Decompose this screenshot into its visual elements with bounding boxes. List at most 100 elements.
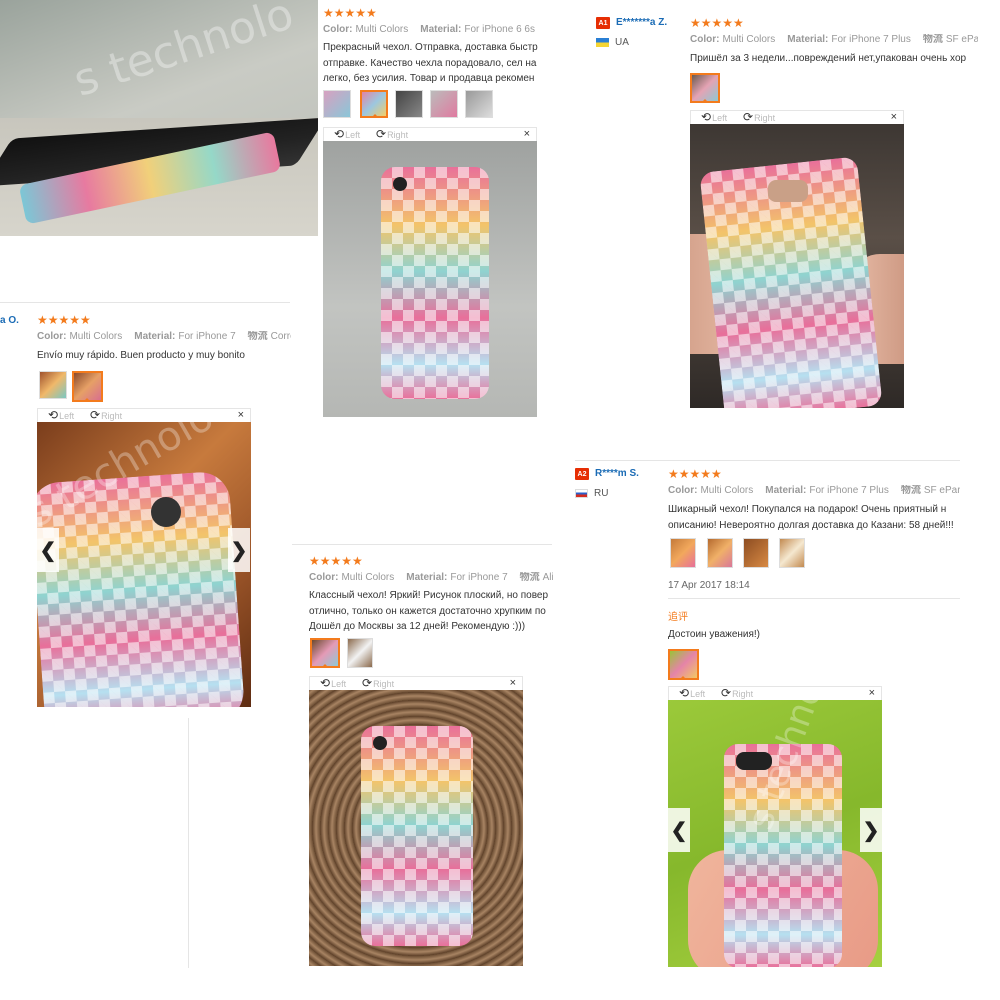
review-text: Прекрасный чехол. Отправка, доставка быс… [323, 40, 541, 87]
review-thumbnail[interactable] [743, 538, 769, 568]
close-icon[interactable]: × [238, 409, 244, 422]
rating-stars: ★★★★★ [323, 6, 377, 20]
rotate-right-button[interactable]: ⟳ Right [376, 127, 409, 141]
rotate-left-label: Left [331, 678, 347, 689]
rating-stars: ★★★★★ [37, 313, 91, 327]
chevron-right-icon: ❯ [230, 539, 248, 562]
review-attributes: Color: Multi Colors Material: For iPhone 7 物… [309, 572, 553, 584]
close-icon[interactable]: × [524, 128, 530, 141]
rotate-left-label: Left [712, 112, 728, 123]
rotate-right-icon: ⟳ [376, 127, 387, 141]
rotate-left-button[interactable]: ⟲ Left [320, 677, 347, 689]
material-value: For iPhone 6 6s [464, 24, 535, 35]
image-rotate-toolbar: ⟲ Left ⟳ Right × [323, 127, 537, 141]
close-icon[interactable]: × [891, 111, 897, 124]
rotate-left-button[interactable]: ⟲ Left [48, 408, 75, 422]
review-thumbnail[interactable] [670, 538, 696, 568]
rotate-left-icon: ⟲ [701, 110, 712, 124]
chevron-left-icon: ❮ [670, 819, 688, 842]
rotate-right-label: Right [373, 678, 395, 689]
review-text-line: Шикарный чехол! Покупался на подарок! Оч… [668, 504, 947, 515]
review-text-line: отлично, только он кажется достаточно хр… [309, 605, 546, 617]
color-value: Multi Colors [341, 572, 395, 583]
review-text-line: Классный чехол! Яркий! Рисунок плоский, … [309, 590, 549, 601]
review-date: 17 Apr 2017 18:14 [668, 580, 750, 591]
image-rotate-toolbar: ⟲ Left ⟳ Right × [690, 110, 904, 124]
review-thumbnail[interactable] [347, 638, 373, 668]
review-photo-large [690, 124, 904, 408]
shipping-label: 物流 [519, 572, 540, 583]
review-thumbnail-selected[interactable] [690, 73, 720, 103]
review-thumbnail[interactable] [430, 90, 458, 118]
image-rotate-toolbar: ⟲ Left ⟳ Right × [309, 676, 523, 690]
watermark-text: s technolo [67, 0, 300, 107]
review-text-line: отправке. Качество чехла порадовало, сел… [323, 57, 537, 69]
review-divider [0, 302, 290, 303]
color-value: Multi Colors [700, 485, 754, 496]
review-text-line: описанию! Невероятно долгая доставка до … [668, 519, 954, 531]
review-thumbnail[interactable] [395, 90, 423, 118]
material-label: Material: [406, 572, 448, 583]
flag-icon [596, 38, 609, 47]
next-image-button[interactable]: ❯ [860, 808, 882, 852]
review-photo-large [323, 141, 537, 417]
phone-camera [373, 736, 387, 750]
phone-case [361, 726, 473, 946]
followup-label: 追评 [668, 612, 688, 623]
review-thumbnail-selected[interactable] [72, 371, 103, 402]
close-icon[interactable]: × [510, 677, 516, 690]
image-rotate-toolbar: ⟲ Left ⟳ Right × [37, 408, 251, 422]
rotate-left-button[interactable]: ⟲ Left [334, 127, 361, 141]
review-thumbnail[interactable] [465, 90, 493, 118]
previous-image-button[interactable]: ❮ [668, 808, 690, 852]
review-thumbnail[interactable] [707, 538, 733, 568]
rotate-right-label: Right [732, 688, 754, 699]
review-thumbnail[interactable] [779, 538, 805, 568]
review-photo-large: s technolo [37, 422, 251, 707]
review-thumbnail[interactable] [39, 371, 67, 399]
rotate-left-icon: ⟲ [48, 408, 59, 422]
color-label: Color: [37, 331, 67, 342]
rotate-right-button[interactable]: ⟳ Right [721, 687, 754, 699]
material-label: Material: [134, 331, 176, 342]
reviewer-country: RU [594, 488, 609, 499]
user-level-badge: A1 [596, 17, 610, 29]
rotate-left-label: Left [59, 410, 75, 421]
user-level-badge: A2 [575, 468, 589, 480]
rotate-right-label: Right [387, 129, 409, 140]
rotate-right-label: Right [754, 112, 776, 123]
reviewer-name: a O. [0, 315, 19, 326]
rotate-right-button[interactable]: ⟳ Right [90, 409, 123, 421]
rotate-right-button[interactable]: ⟳ Right [743, 111, 776, 123]
material-value: For iPhone 7 [178, 331, 236, 342]
shipping-label: 物流 [922, 34, 943, 45]
flag-icon [575, 489, 588, 498]
review-thumbnail-selected[interactable] [360, 90, 388, 118]
rotate-right-label: Right [101, 410, 123, 421]
rotate-left-label: Left [345, 129, 361, 140]
rating-stars: ★★★★★ [668, 467, 722, 481]
review-text: Envío muy rápido. Buen producto y muy bo… [37, 348, 291, 364]
rotate-left-icon: ⟲ [334, 127, 345, 141]
previous-image-button[interactable]: ❮ [37, 528, 59, 572]
review-text: Пришёл за 3 недели...повреждений нет,упа… [690, 51, 978, 67]
rotate-right-button[interactable]: ⟳ Right [362, 677, 395, 689]
material-value: For iPhone 7 [450, 572, 508, 583]
chevron-right-icon: ❯ [862, 819, 880, 842]
review-thumbnail-selected[interactable] [310, 638, 340, 668]
chevron-left-icon: ❮ [39, 539, 57, 562]
rotate-left-button[interactable]: ⟲ Left [679, 687, 706, 699]
shipping-value: SF eParc [945, 34, 978, 45]
color-value: Multi Colors [355, 24, 409, 35]
rotate-left-button[interactable]: ⟲ Left [701, 110, 728, 124]
review-thumbnail-selected[interactable] [668, 649, 699, 680]
phone-camera [393, 177, 407, 191]
color-value: Multi Colors [722, 34, 776, 45]
review-divider [292, 544, 552, 545]
rotate-left-label: Left [690, 688, 706, 699]
review-attributes: Color: Multi Colors Material: For iPhone 7 … [668, 485, 960, 497]
close-icon[interactable]: × [869, 687, 875, 700]
review-thumbnail[interactable] [323, 90, 351, 118]
next-image-button[interactable]: ❯ [228, 528, 250, 572]
followup-text: Достоин уважения!) [668, 629, 761, 640]
